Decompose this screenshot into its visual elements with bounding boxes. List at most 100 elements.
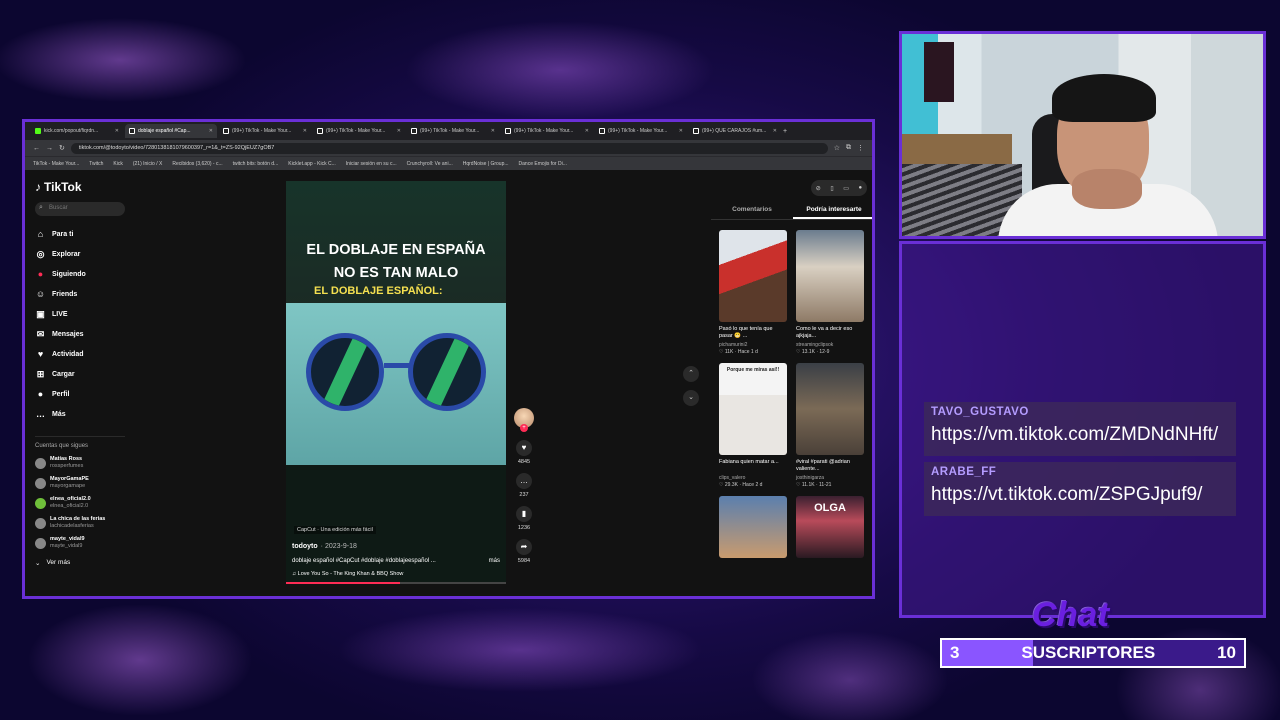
browser-tab[interactable]: kick.com/popout/fiqrdn... ✕ <box>31 124 123 138</box>
share-icon[interactable]: ➦ <box>516 539 532 555</box>
bookmark[interactable]: Kick <box>113 161 122 167</box>
bookmark[interactable]: Crunchyroll: Ve ani... <box>407 161 453 167</box>
close-icon[interactable]: ✕ <box>773 128 777 134</box>
close-icon[interactable]: ✕ <box>209 128 213 134</box>
menu-item-perfil[interactable]: ● Perfil <box>35 384 125 404</box>
account-handle: lachicadelasferias <box>50 523 94 529</box>
browser-tab[interactable]: (99+) TikTok - Make Your... ✕ <box>501 124 593 138</box>
recommended-card[interactable]: Pasó lo que tenía que pasar 😬 ... picham… <box>719 230 787 355</box>
following-account[interactable]: mayte_vidal9 mayte_vidal9 <box>35 533 125 553</box>
user-avatar-icon[interactable]: ● <box>859 185 863 191</box>
menu-item-cargar[interactable]: ⊞ Cargar <box>35 364 125 384</box>
close-icon[interactable]: ✕ <box>491 128 495 134</box>
video-music[interactable]: ♫ Love You So - The King Khan & BBQ Show <box>292 571 403 577</box>
tiktok-logo[interactable]: ♪ TikTok <box>35 180 125 194</box>
comment-icon[interactable]: … <box>516 473 532 489</box>
video-nav-arrows: ⌃ ⌄ <box>683 366 699 406</box>
see-more-link[interactable]: ⌄ Ver más <box>35 559 125 567</box>
menu-item-para-ti[interactable]: ⌂ Para ti <box>35 224 125 244</box>
chevron-down-icon[interactable]: ⌄ <box>683 390 699 406</box>
chevron-up-icon[interactable]: ⌃ <box>683 366 699 382</box>
browser-tab-active[interactable]: doblaje español #Cap... ✕ <box>125 124 217 138</box>
extensions-icon[interactable]: ⧉ <box>846 144 851 152</box>
browser-tab[interactable]: (99+) TikTok - Make Your... ✕ <box>313 124 405 138</box>
video-progress-bar[interactable] <box>286 582 506 584</box>
star-icon[interactable]: ☆ <box>834 144 840 152</box>
home-icon: ⌂ <box>37 229 44 239</box>
recommended-card[interactable]: Como le va a decir eso ajkjaja... stream… <box>796 230 864 355</box>
account-name: elnea_oficial2.0 <box>50 496 91 502</box>
bookmark[interactable]: Kicklet.app - Kick C... <box>288 161 336 167</box>
menu-item-friends[interactable]: ☺ Friends <box>35 284 125 304</box>
close-icon[interactable]: ✕ <box>397 128 401 134</box>
bookmark-count: 1236 <box>517 525 531 531</box>
account-name: mayte_vidal9 <box>50 536 85 542</box>
bookmark[interactable]: HqrdNoise | Group... <box>463 161 509 167</box>
tab-label: kick.com/popout/fiqrdn... <box>44 128 99 134</box>
tab-label: (99+) TikTok - Make Your... <box>608 128 668 134</box>
send-icon[interactable]: ⊘ <box>816 185 821 192</box>
bookmark-icon[interactable]: ▮ <box>516 506 532 522</box>
right-panel: ⊘ ▯ ▭ ● Comentarios Podría interesarte Pasó… <box>711 170 872 596</box>
tab-bar: kick.com/popout/fiqrdn... ✕ doblaje españ… <box>25 122 872 140</box>
reload-icon[interactable]: ↻ <box>59 144 65 152</box>
capcut-badge[interactable]: CapCut · Una edición más fácil <box>294 526 376 534</box>
tab-label: (99+) TikTok - Make Your... <box>420 128 480 134</box>
search-input[interactable]: ⌕ Buscar <box>35 202 125 216</box>
browser-tab[interactable]: (99+) TikTok - Make Your... ✕ <box>219 124 311 138</box>
music-title: Love You So - The King Khan & BBQ Show <box>297 571 404 577</box>
inbox-icon[interactable]: ▭ <box>843 185 849 192</box>
following-account[interactable]: MayorGamaPE mayorgamape <box>35 473 125 493</box>
close-icon[interactable]: ✕ <box>679 128 683 134</box>
forward-icon[interactable]: → <box>46 145 53 152</box>
menu-item-mas[interactable]: … Más <box>35 404 125 424</box>
close-icon[interactable]: ✕ <box>585 128 589 134</box>
video-author[interactable]: todoyto · 2023-9-18 <box>292 543 357 550</box>
browser-tab[interactable]: (99+) TikTok - Make Your... ✕ <box>595 124 687 138</box>
menu-item-actividad[interactable]: ♥ Actividad <box>35 344 125 364</box>
avatar <box>35 497 46 509</box>
tab-podria-interesarte[interactable]: Podría interesarte <box>793 206 872 219</box>
friends-icon: ☺ <box>35 289 46 299</box>
recommended-card[interactable]: #viral #parati @adrian valiente... josth… <box>796 363 864 488</box>
bookmark[interactable]: twitch bits: botón d... <box>233 161 279 167</box>
tiktok-favicon-icon <box>693 128 699 134</box>
tab-comentarios[interactable]: Comentarios <box>711 206 793 219</box>
bookmark[interactable]: TikTok - Make Your... <box>33 161 79 167</box>
chat-message: ARABE_FF https://vt.tiktok.com/ZSPGJpuf9… <box>924 462 1236 516</box>
url-field[interactable]: tiktok.com/@todoyto/video/72801381810796… <box>70 142 828 154</box>
bookmark[interactable]: Iniciar sesión en su c... <box>346 161 397 167</box>
browser-tab[interactable]: (99+) QUE CARAJOS #um... ✕ <box>689 124 781 138</box>
menu-item-siguiendo[interactable]: ● Siguiendo <box>35 264 125 284</box>
following-account[interactable]: La chica de las ferias lachicadelasferias <box>35 513 125 533</box>
back-icon[interactable]: ← <box>33 145 40 152</box>
bookmark[interactable]: Twitch <box>89 161 103 167</box>
follow-plus-icon[interactable]: + <box>520 424 528 432</box>
tiktok-favicon-icon <box>223 128 229 134</box>
following-account[interactable]: elnea_oficial2.0 elnea_oficial2.0 <box>35 493 125 513</box>
recommended-card[interactable]: OLGA <box>796 496 864 558</box>
menu-item-mensajes[interactable]: ✉ Mensajes <box>35 324 125 344</box>
new-tab-icon[interactable]: + <box>783 128 787 135</box>
logo-text: TikTok <box>44 180 82 194</box>
menu-icon[interactable]: ⋮ <box>857 144 864 152</box>
menu-item-explorar[interactable]: ◎ Explorar <box>35 244 125 264</box>
bookmark[interactable]: Dance Emojis for Di... <box>519 161 567 167</box>
device-icon[interactable]: ▯ <box>830 185 833 192</box>
chat-text: https://vt.tiktok.com/ZSPGJpuf9/ <box>931 484 1203 505</box>
recommended-card[interactable]: Porque me miras así!! Fabiana quien mata… <box>719 363 787 488</box>
video-player[interactable]: EL DOBLAJE EN ESPAÑA NO ES TAN MALO EL DO… <box>286 181 506 584</box>
recommended-card[interactable] <box>719 496 787 558</box>
heart-icon[interactable]: ♥ <box>516 440 532 456</box>
close-icon[interactable]: ✕ <box>303 128 307 134</box>
bookmark[interactable]: Recibidos (3,620) - c... <box>172 161 222 167</box>
creator-avatar[interactable]: + <box>514 408 534 432</box>
menu-item-live[interactable]: ▣ LIVE <box>35 304 125 324</box>
live-icon: ▣ <box>36 308 45 319</box>
following-account[interactable]: Matías Ross rossperfumes <box>35 453 125 473</box>
browser-tab[interactable]: (99+) TikTok - Make Your... ✕ <box>407 124 499 138</box>
bookmark[interactable]: (21) Inicio / X <box>133 161 162 167</box>
more-link[interactable]: más <box>489 558 500 564</box>
thumbnail-overlay-text: Porque me miras así!! <box>726 367 780 373</box>
close-icon[interactable]: ✕ <box>115 128 119 134</box>
